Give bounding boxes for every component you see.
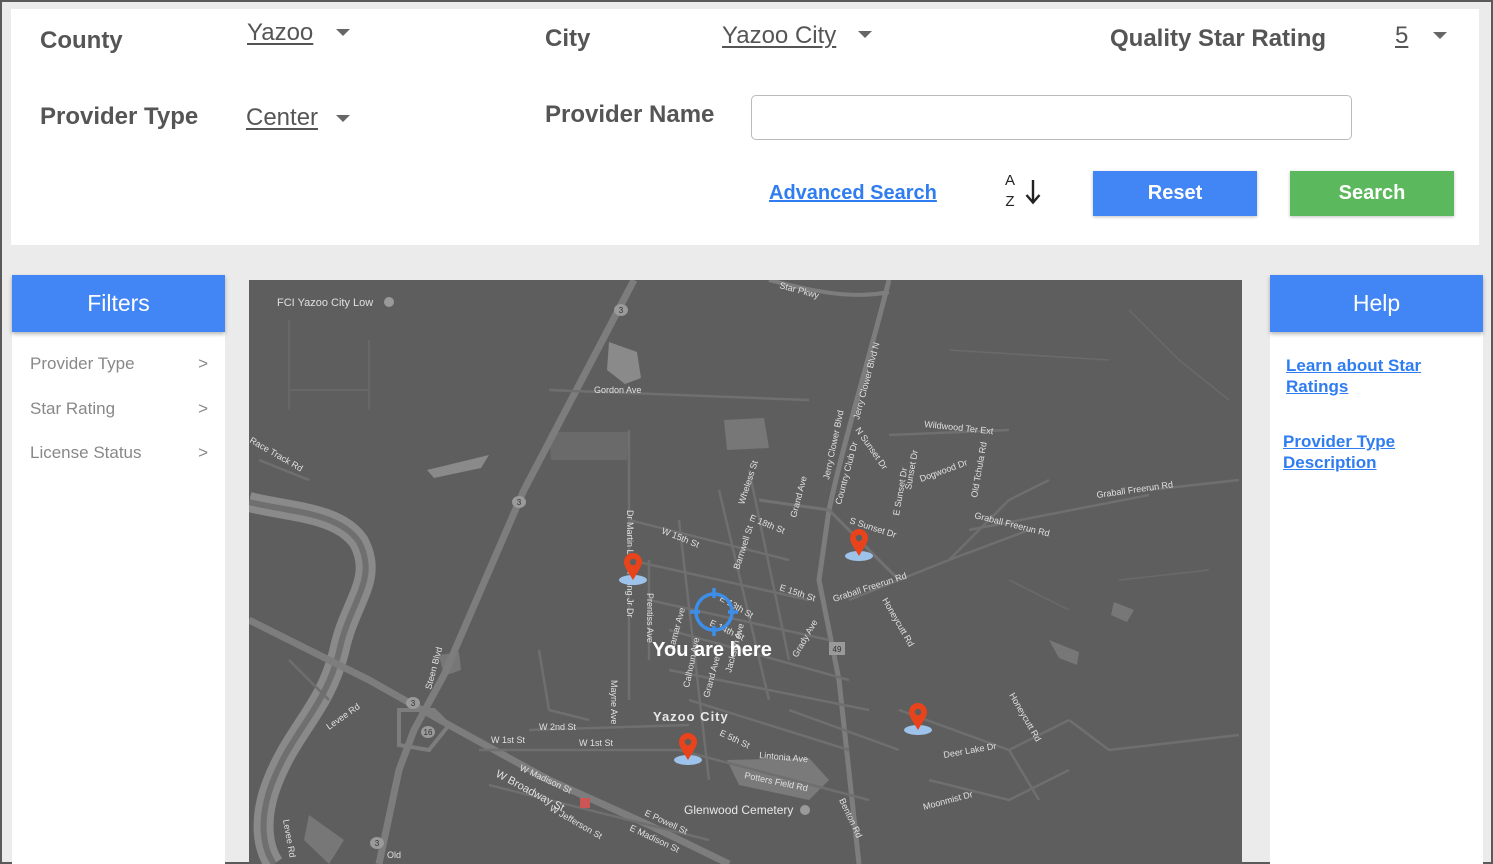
map-label: Prentiss Ave xyxy=(645,593,655,643)
map-label: Levee Rd xyxy=(324,701,361,731)
map-label: W 1st St xyxy=(491,735,526,745)
provider-type-description-link[interactable]: Provider Type Description xyxy=(1283,431,1433,473)
provider-type-label: Provider Type xyxy=(40,103,199,130)
chevron-right-icon: > xyxy=(198,354,208,373)
map-label: Honeycutt Rd xyxy=(880,596,916,648)
hwy-shield: 3 xyxy=(411,699,416,708)
rating-select[interactable]: 5 xyxy=(1395,22,1408,50)
map-label-fci: FCI Yazoo City Low xyxy=(277,297,373,309)
map-canvas[interactable]: 3 3 3 16 3 49 FCI Yazoo City Low Gordon … xyxy=(249,280,1242,864)
chevron-right-icon: > xyxy=(198,399,208,418)
rating-label: Quality Star Rating xyxy=(1110,25,1327,52)
map-label: E 5th St xyxy=(718,728,752,751)
map-label: Deer Lake Dr xyxy=(943,741,997,760)
provider-name-label: Provider Name xyxy=(545,101,715,128)
county-label: County xyxy=(40,27,123,54)
reset-button[interactable]: Reset xyxy=(1093,171,1257,216)
filter-label: Provider Type xyxy=(30,354,135,373)
map-label: Old Tchula Rd xyxy=(969,441,989,498)
map-label: Wheless St xyxy=(736,459,760,506)
filters-header: Filters xyxy=(12,275,225,332)
filter-star-rating[interactable]: Star Rating > xyxy=(30,399,208,419)
filter-label: License Status xyxy=(30,443,142,462)
provider-name-input[interactable] xyxy=(751,95,1352,140)
map-label: W Jefferson St xyxy=(548,803,604,841)
map-label: E 15th St xyxy=(778,582,817,603)
map-label: W 2nd St xyxy=(539,722,577,732)
county-chevron-down-icon[interactable] xyxy=(336,29,350,36)
map-label: Gordon Ave xyxy=(594,385,641,395)
help-header: Help xyxy=(1270,275,1483,332)
map-label: Mayne Ave xyxy=(609,680,619,724)
hwy-shield: 3 xyxy=(375,839,380,848)
map-label: N Sunset Dr xyxy=(853,425,889,471)
hwy-shield: 3 xyxy=(517,498,522,507)
map-label: Levee Rd xyxy=(281,819,298,859)
chevron-right-icon: > xyxy=(198,443,208,462)
sort-a-letter: A xyxy=(1005,172,1015,189)
hwy-shield: 49 xyxy=(833,645,842,654)
map-label: Sunset Dr xyxy=(903,449,920,490)
map-label: Grand Ave xyxy=(788,475,809,519)
map-label: Jerry Clower Blvd N xyxy=(851,341,881,420)
map-pin-icon[interactable] xyxy=(845,529,873,561)
city-select[interactable]: Yazoo City xyxy=(722,22,836,50)
city-label: City xyxy=(545,25,591,52)
you-are-here-label: You are here xyxy=(652,639,772,661)
map-label: W 1st St xyxy=(579,738,614,748)
map-label: Star Pkwy xyxy=(778,280,820,300)
provider-type-chevron-down-icon[interactable] xyxy=(336,115,350,122)
map-label-cemetery: Glenwood Cemetery xyxy=(684,803,793,817)
sort-z-letter: Z xyxy=(1005,193,1014,210)
filters-panel: Filters Provider Type > Star Rating > Li… xyxy=(12,275,225,864)
filter-label: Star Rating xyxy=(30,399,116,418)
map-label: Honeycutt Rd xyxy=(1007,691,1043,743)
map-label: Dogwood Dr xyxy=(918,457,968,484)
advanced-search-link[interactable]: Advanced Search xyxy=(769,182,937,205)
map-label: Old xyxy=(387,850,401,860)
provider-type-select[interactable]: Center xyxy=(246,104,318,132)
hwy-shield: 16 xyxy=(424,728,433,737)
map-label: Grady Ave xyxy=(790,618,820,659)
map-label: E 18th St xyxy=(748,513,787,536)
map-pin-icon[interactable] xyxy=(619,553,647,585)
map-label: Graball Freerun Rd xyxy=(832,571,908,604)
map-pin-icon[interactable] xyxy=(904,703,932,735)
map-label: Moonmist Dr xyxy=(922,789,974,812)
filter-provider-type[interactable]: Provider Type > xyxy=(30,354,208,374)
county-select[interactable]: Yazoo xyxy=(247,19,313,47)
hwy-shield: 3 xyxy=(619,306,624,315)
sort-a-z-icon[interactable]: A Z xyxy=(998,170,1046,212)
help-panel: Help Learn about Star Ratings Provider T… xyxy=(1270,275,1483,864)
map-city-label: Yazoo City xyxy=(653,709,729,724)
search-button[interactable]: Search xyxy=(1290,171,1454,216)
map-view[interactable]: 3 3 3 16 3 49 FCI Yazoo City Low Gordon … xyxy=(249,280,1242,864)
learn-star-ratings-link[interactable]: Learn about Star Ratings xyxy=(1286,355,1446,397)
rating-chevron-down-icon[interactable] xyxy=(1433,32,1447,39)
filter-license-status[interactable]: License Status > xyxy=(30,443,208,463)
city-chevron-down-icon[interactable] xyxy=(858,31,872,38)
